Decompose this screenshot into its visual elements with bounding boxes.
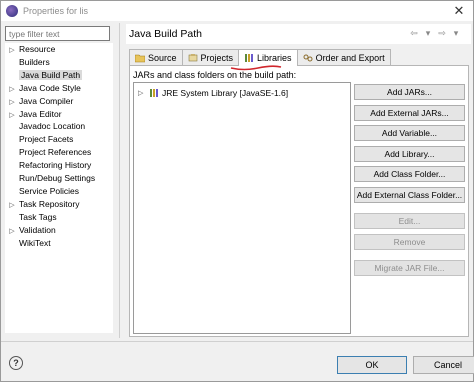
tree-item-label: Project References (19, 147, 92, 158)
libraries-action-button[interactable]: Add Variable... (354, 125, 465, 141)
tree-item[interactable]: WikiText (5, 237, 51, 249)
tree-item[interactable]: Service Policies (5, 185, 79, 197)
order-export-icon (303, 54, 313, 61)
libraries-action-button[interactable]: Add External JARs... (354, 105, 465, 121)
tab-label: Order and Export (315, 52, 385, 63)
tree-item[interactable]: Project Facets (5, 133, 73, 145)
tab-label: Libraries (257, 53, 292, 63)
libraries-icon (245, 54, 254, 62)
eclipse-icon (6, 5, 18, 17)
libraries-action-button[interactable]: Migrate JAR File... (354, 260, 465, 276)
tree-item-label: Refactoring History (19, 160, 92, 171)
expand-arrow-icon[interactable]: ▷ (138, 89, 146, 97)
forward-arrow-icon[interactable]: ⇨ (437, 28, 447, 39)
libraries-action-button[interactable]: Add Class Folder... (354, 166, 465, 182)
tree-item-label: Java Compiler (19, 95, 74, 106)
tree-item-label: Validation (19, 224, 56, 235)
cancel-button[interactable]: Cancel (413, 356, 474, 374)
tab-label: Projects (200, 52, 234, 63)
tree-item-label: Javadoc Location (19, 121, 86, 132)
tree-item-label: Project Facets (19, 134, 74, 145)
property-pages-tree: ▷ Resource Builders Java Build Path ▷ Java Co… (5, 43, 113, 333)
chevron-down-icon[interactable]: ▾ (423, 28, 433, 39)
window-title: Properties for lis (23, 6, 89, 16)
tree-item-label: WikiText (19, 237, 51, 248)
tree-item[interactable]: Project References (5, 146, 91, 158)
tab-projects[interactable]: Projects (181, 49, 240, 65)
tree-item[interactable]: ▷ Java Editor (5, 108, 62, 120)
tree-item-label: Java Code Style (19, 82, 81, 93)
list-item[interactable]: ▷ JRE System Library [JavaSE-1.6] (138, 87, 288, 99)
tree-item-label: Task Repository (19, 198, 80, 209)
build-path-label: JARs and class folders on the build path… (133, 70, 297, 80)
tab-bar: Source Projects Libraries Order and Expo… (129, 49, 391, 66)
title-bar: Properties for lis ✕ (1, 1, 473, 21)
footer-divider (1, 341, 473, 342)
jre-library-icon (150, 89, 158, 97)
properties-dialog: Properties for lis ✕ ▷ResourceBuildersJa… (0, 0, 474, 382)
tree-item-label: Run/Debug Settings (19, 173, 96, 183)
tab-libraries[interactable]: Libraries (238, 49, 298, 66)
page-title: Java Build Path (129, 28, 202, 40)
close-icon[interactable]: ✕ (451, 3, 467, 19)
tree-item-label: Resource (19, 44, 56, 54)
tree-item[interactable]: ▷ Validation (5, 224, 56, 236)
back-arrow-icon[interactable]: ⇦ (409, 28, 419, 39)
library-label: JRE System Library [JavaSE-1.6] (162, 88, 289, 98)
tree-item[interactable]: Java Build Path (5, 69, 83, 81)
filter-input[interactable] (5, 26, 110, 41)
tree-item[interactable]: Javadoc Location (5, 120, 85, 132)
libraries-action-button[interactable]: Add Library... (354, 146, 465, 162)
tree-item[interactable]: Builders (5, 56, 50, 68)
ok-button[interactable]: OK (337, 356, 407, 374)
tree-item[interactable]: ▷ Resource (5, 43, 55, 55)
tree-item-label: Java Editor (19, 108, 62, 119)
tree-item[interactable]: ▷ Java Code Style (5, 82, 81, 94)
libraries-action-button[interactable]: Edit... (354, 213, 465, 229)
pane-splitter[interactable] (119, 23, 120, 338)
tab-label: Source (148, 52, 177, 63)
tree-item[interactable]: ▷ Task Repository (5, 198, 79, 210)
tree-item-label: Task Tags (19, 211, 57, 222)
libraries-action-button[interactable]: Add External Class Folder... (354, 187, 465, 203)
chevron-down-icon[interactable]: ▾ (451, 28, 461, 39)
tab-source[interactable]: Source (129, 49, 183, 65)
projects-icon (188, 53, 197, 61)
tree-item[interactable]: ▷ Java Compiler (5, 95, 73, 107)
libraries-action-button[interactable]: Remove (354, 234, 465, 250)
tree-item[interactable]: Task Tags (5, 211, 57, 223)
tab-order-and-export[interactable]: Order and Export (296, 49, 391, 65)
libraries-list: ▷ JRE System Library [JavaSE-1.6] (133, 82, 351, 334)
page-nav: ⇦ ▾ ⇨ ▾ (409, 28, 461, 39)
source-folder-icon (135, 54, 145, 62)
tree-item-label: Builders (19, 56, 50, 67)
tree-item[interactable]: Refactoring History (5, 159, 91, 171)
help-icon[interactable]: ? (9, 356, 23, 370)
tree-item-label: Service Policies (19, 185, 79, 196)
tree-item[interactable]: Run/Debug Settings (5, 172, 95, 184)
tree-item-label: Java Build Path (19, 69, 83, 80)
libraries-action-button[interactable]: Add JARs... (354, 84, 465, 100)
